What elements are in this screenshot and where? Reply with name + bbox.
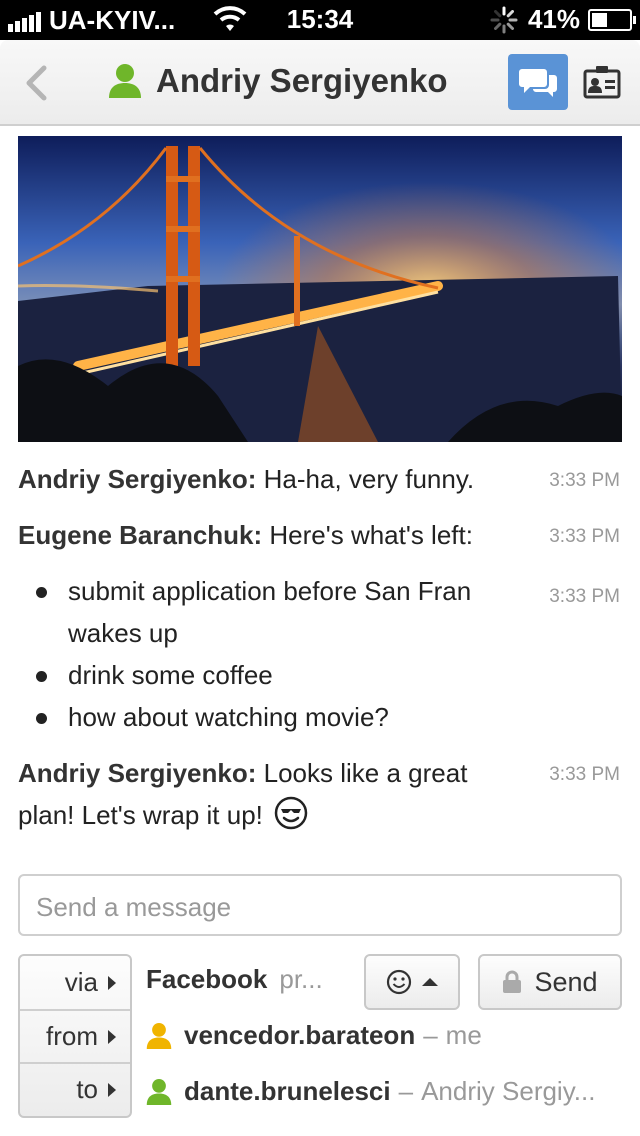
status-bar: UA-KYIV... 15:34 41% xyxy=(0,0,640,40)
via-row: Facebook pr... xyxy=(146,964,323,995)
person-online-icon xyxy=(146,1078,172,1105)
message-3: Andriy Sergiyenko: Looks like a great pl… xyxy=(18,752,622,836)
contact-name: Andriy Sergiyenko xyxy=(156,62,448,99)
person-online-icon xyxy=(109,64,141,98)
from-note: me xyxy=(445,1020,482,1050)
arrow-right-icon xyxy=(108,975,116,990)
chat-view-button[interactable] xyxy=(508,54,568,110)
via-service: Facebook xyxy=(146,964,268,994)
message-1: Andriy Sergiyenko: Ha-ha, very funny. 3:… xyxy=(18,458,622,500)
list-item: submit application before San Fran wakes… xyxy=(18,570,538,654)
to-row: dante.brunelesci – Andriy Sergiy... xyxy=(146,1076,595,1107)
cool-smiley-emoji-icon xyxy=(274,796,308,830)
to-note: Andriy Sergiy... xyxy=(421,1076,596,1106)
lock-icon xyxy=(503,970,522,993)
nav-bar: Andriy Sergiyenko xyxy=(0,40,640,126)
to-account: dante.brunelesci xyxy=(184,1076,391,1106)
chat-bubbles-icon xyxy=(519,69,557,97)
battery-icon xyxy=(588,8,636,31)
golden-gate-bridge-image xyxy=(18,136,622,442)
contact-card-icon xyxy=(583,66,621,99)
smiley-icon xyxy=(386,969,412,995)
message-text: Ha-ha, very funny. xyxy=(263,464,475,494)
back-chevron-icon[interactable] xyxy=(20,64,54,102)
message-sender: Eugene Baranchuk: xyxy=(18,520,263,550)
message-bullet-list: 3:33 PM submit application before San Fr… xyxy=(18,570,622,738)
message-2: Eugene Baranchuk: Here's what's left: 3:… xyxy=(18,514,622,556)
battery-percent: 41% xyxy=(527,4,580,34)
from-account: vencedor.barateon xyxy=(184,1020,416,1050)
route-selector: via from to xyxy=(18,954,132,1118)
emoji-picker-button[interactable] xyxy=(364,954,460,1010)
message-input[interactable]: Send a message xyxy=(18,874,622,936)
message-time: 3:33 PM xyxy=(549,586,620,607)
message-text: Here's what's left: xyxy=(269,520,473,550)
send-label: Send xyxy=(534,966,598,997)
message-time: 3:33 PM xyxy=(549,470,620,491)
list-item: drink some coffee xyxy=(18,654,538,696)
message-time: 3:33 PM xyxy=(549,764,620,785)
activity-spinner-icon xyxy=(490,6,518,33)
message-sender: Andriy Sergiyenko: xyxy=(18,464,257,494)
person-away-icon xyxy=(146,1022,172,1049)
send-button[interactable]: Send xyxy=(478,954,622,1010)
from-row: vencedor.barateon – me xyxy=(146,1020,482,1051)
to-selector-button[interactable]: to xyxy=(20,1062,130,1115)
from-selector-button[interactable]: from xyxy=(20,1009,130,1062)
list-item: how about watching movie? xyxy=(18,696,538,738)
contact-card-button[interactable] xyxy=(572,54,632,110)
shared-photo[interactable] xyxy=(18,136,622,442)
arrow-right-icon xyxy=(108,1082,116,1097)
contact-title: Andriy Sergiyenko xyxy=(108,62,448,100)
via-selector-button[interactable]: via xyxy=(20,956,130,1009)
arrow-right-icon xyxy=(108,1029,116,1044)
via-extra: pr... xyxy=(279,964,323,994)
message-time: 3:33 PM xyxy=(549,526,620,547)
message-sender: Andriy Sergiyenko: xyxy=(18,758,257,788)
caret-up-icon xyxy=(422,978,438,986)
